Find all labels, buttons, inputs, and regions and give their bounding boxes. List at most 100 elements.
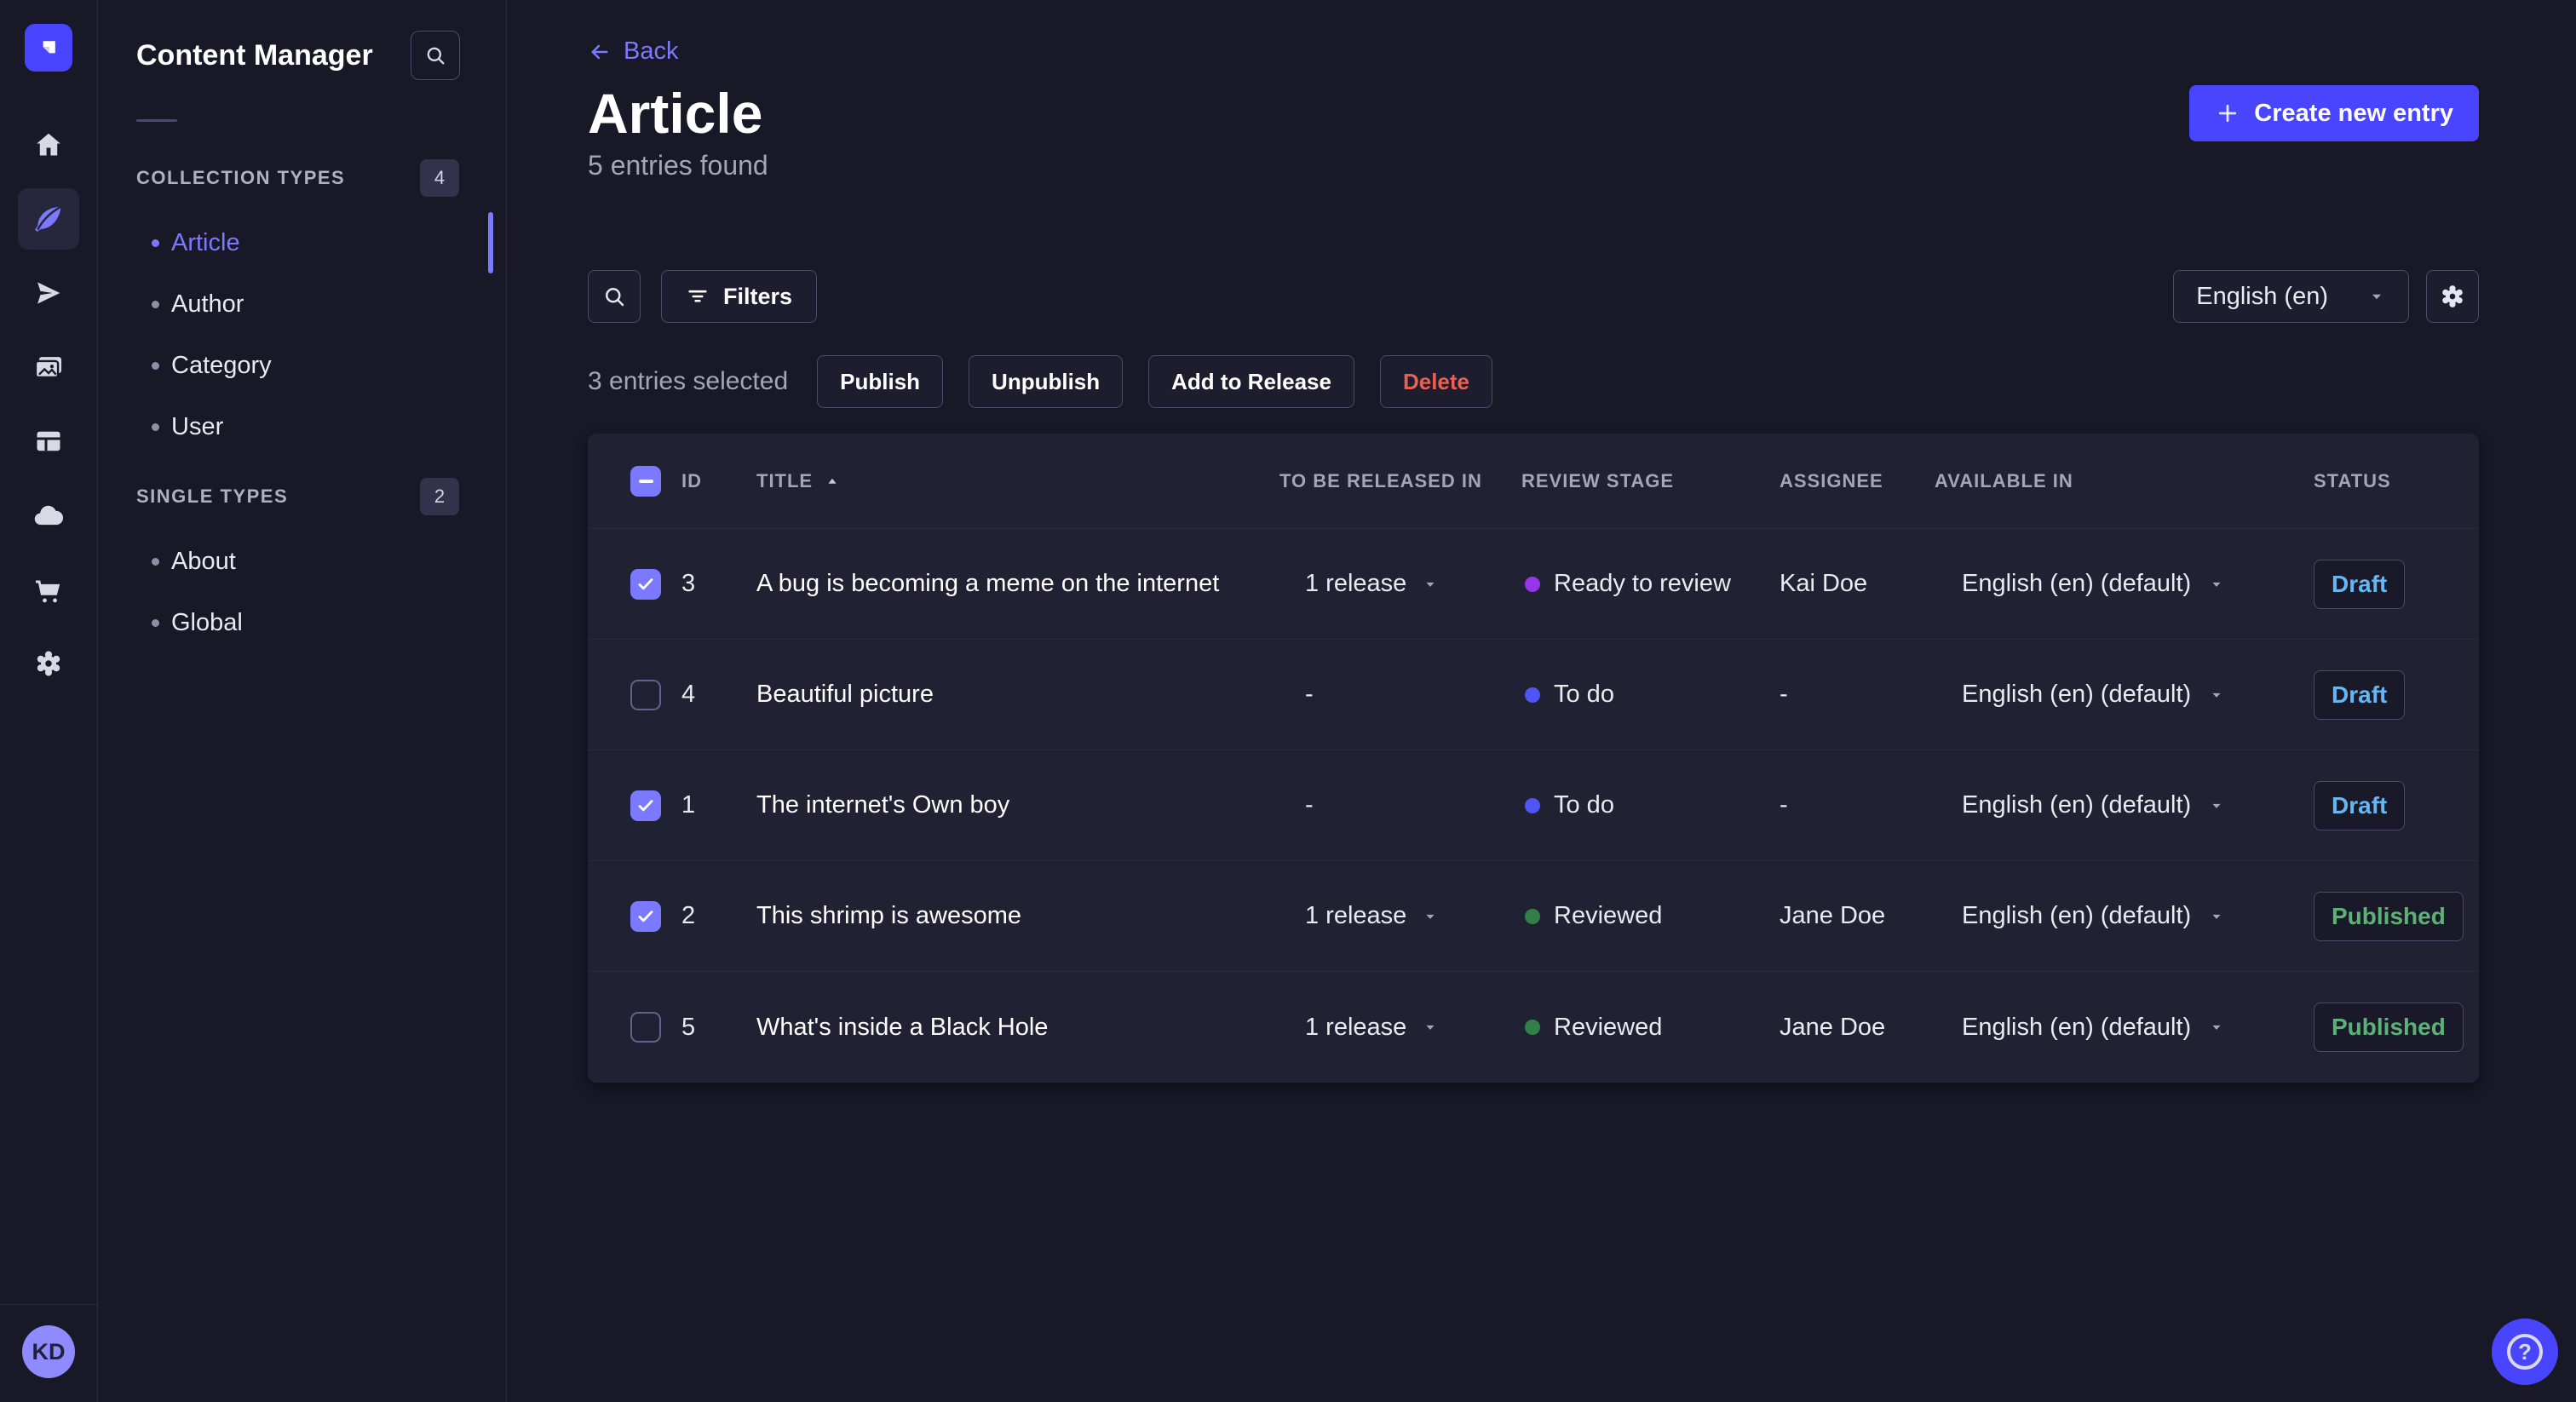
row-stage: To do [1554,681,1614,708]
app-window: KD Content Manager COLLECTION TYPES 4 Arti… [0,0,2576,1402]
rail-item-media-gallery[interactable] [18,336,79,398]
table-row[interactable]: 3 A bug is becoming a meme on the interne… [588,529,2479,640]
unpublish-button[interactable]: Unpublish [969,355,1124,408]
strapi-logo-icon [34,33,63,62]
table-body: 3 A bug is becoming a meme on the interne… [588,529,2479,1083]
row-locale: English (en) (default) [1962,902,2192,929]
chevron-down-icon[interactable] [2208,687,2225,704]
subnav-search-button[interactable] [411,31,460,80]
rail-item-layout[interactable] [18,411,79,472]
rail-item-home[interactable] [18,114,79,175]
bullet-icon [152,361,159,370]
locale-value: English (en) [2196,282,2328,310]
column-header-id[interactable]: ID [681,470,756,492]
subnav-item-about[interactable]: About [98,531,506,592]
user-avatar[interactable]: KD [22,1325,75,1378]
search-entries-button[interactable] [588,270,641,323]
row-id: 3 [681,570,696,597]
row-id: 2 [681,902,696,929]
subnav-item-label: Global [171,608,243,636]
chevron-down-icon[interactable] [1422,576,1439,593]
chevron-down-icon[interactable] [1422,908,1439,925]
subnav-sections: COLLECTION TYPES 4 Article Author Category Us… [98,122,506,653]
section-label: SINGLE TYPES [136,486,289,507]
strapi-logo[interactable] [25,24,72,72]
chevron-down-icon[interactable] [2208,576,2225,593]
row-release: 1 release [1305,902,1407,929]
subnav-item-global[interactable]: Global [98,592,506,653]
select-all-checkbox[interactable] [630,465,661,497]
subnav-item-article[interactable]: Article [98,212,506,273]
column-header-available[interactable]: AVAILABLE IN [1935,470,2314,492]
stage-dot-icon [1525,1020,1540,1035]
publish-button[interactable]: Publish [817,355,944,408]
row-checkbox[interactable] [630,679,661,710]
row-checkbox[interactable] [630,1012,661,1043]
status-badge: Published [2314,891,2464,941]
subnav-item-label: Article [171,228,240,256]
row-release: - [1305,681,1314,708]
cloud-icon [32,499,65,531]
chevron-down-icon[interactable] [2208,1019,2225,1036]
table-row[interactable]: 4 Beautiful picture - To do - English (en) (d… [588,640,2479,750]
locale-select[interactable]: English (en) [2173,270,2409,323]
table-row[interactable]: 2 This shrimp is awesome 1 release Reviewed… [588,861,2479,972]
back-link[interactable]: Back [588,37,678,66]
chevron-down-icon[interactable] [1422,1019,1439,1036]
rail-item-cloud[interactable] [18,485,79,546]
row-title[interactable]: This shrimp is awesome [756,902,1279,930]
subnav-title: Content Manager [136,38,373,72]
subnav-item-user[interactable]: User [98,396,506,457]
rail-item-cart[interactable] [18,559,79,620]
row-checkbox[interactable] [630,790,661,821]
row-id: 1 [681,791,696,819]
chevron-down-icon[interactable] [2208,797,2225,814]
table-row[interactable]: 1 The internet's Own boy - To do - English (e… [588,750,2479,861]
section-label: COLLECTION TYPES [136,167,346,188]
list-settings-button[interactable] [2426,270,2479,323]
row-stage: Reviewed [1554,1013,1663,1041]
filters-label: Filters [723,283,793,309]
delete-button[interactable]: Delete [1379,355,1493,408]
section-head: SINGLE TYPES 2 [98,478,506,515]
row-title[interactable]: What's inside a Black Hole [756,1014,1279,1042]
row-title[interactable]: A bug is becoming a meme on the internet [756,570,1279,598]
rail-item-gear[interactable] [18,633,79,694]
add-to-release-button[interactable]: Add to Release [1148,355,1354,408]
row-title[interactable]: Beautiful picture [756,681,1279,709]
filters-button[interactable]: Filters [661,270,818,323]
rail-item-paper-plane[interactable] [18,262,79,324]
row-checkbox[interactable] [630,568,661,600]
stage-dot-icon [1525,576,1540,592]
row-assignee: - [1780,681,1788,708]
chevron-down-icon [2367,287,2386,306]
create-new-entry-button[interactable]: Create new entry [2189,85,2479,141]
search-icon [601,284,627,309]
home-icon [33,129,64,160]
entries-table: ID TITLE TO BE RELEASED IN REVIEW STAGE … [588,434,2479,1083]
column-header-title[interactable]: TITLE [756,470,1279,492]
column-header-status[interactable]: STATUS [2314,470,2479,492]
row-release: 1 release [1305,1013,1407,1041]
subnav-item-author[interactable]: Author [98,273,506,335]
subnav-item-category[interactable]: Category [98,335,506,396]
column-header-stage[interactable]: REVIEW STAGE [1521,470,1780,492]
help-button[interactable]: ? [2492,1319,2558,1385]
column-header-release[interactable]: TO BE RELEASED IN [1279,470,1521,492]
column-header-assignee[interactable]: ASSIGNEE [1780,470,1935,492]
layout-icon [33,426,64,457]
row-checkbox[interactable] [630,900,661,932]
rail-item-feather[interactable] [18,188,79,250]
bullet-icon [152,557,159,566]
stage-dot-icon [1525,908,1540,924]
cart-icon [33,574,64,605]
row-title[interactable]: The internet's Own boy [756,791,1279,819]
rail-footer: KD [0,1304,97,1402]
list-toolbar: Filters English (en) [588,270,2479,323]
question-mark-icon: ? [2507,1334,2543,1370]
subnav-header: Content Manager [98,0,506,80]
table-row[interactable]: 5 What's inside a Black Hole 1 release Revi… [588,972,2479,1083]
chevron-down-icon[interactable] [2208,908,2225,925]
row-stage: Reviewed [1554,902,1663,929]
selection-summary: 3 entries selected [588,367,789,395]
